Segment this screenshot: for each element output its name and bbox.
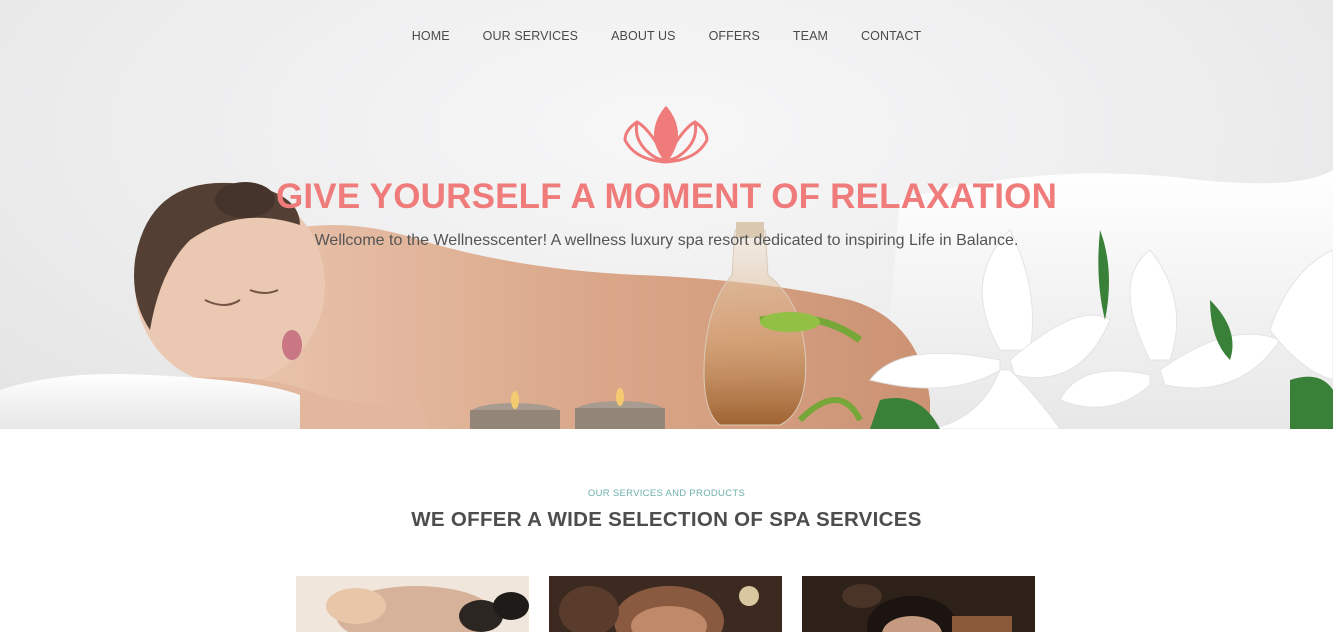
nav-home-link[interactable]: HOME: [412, 27, 450, 45]
service-card-image-1[interactable]: [296, 576, 529, 632]
lotus-icon: [623, 106, 709, 164]
nav-offers-link[interactable]: OFFERS: [709, 27, 760, 45]
section-title: WE OFFER A WIDE SELECTION OF SPA SERVICE…: [411, 508, 922, 531]
service-card-image-2[interactable]: [549, 576, 782, 632]
nav-team-link[interactable]: TEAM: [793, 27, 828, 45]
service-card-image-3[interactable]: [802, 576, 1035, 632]
hero-subtitle: Wellcome to the Wellnesscenter! A wellne…: [314, 232, 1019, 249]
main-nav: HOME OUR SERVICES ABOUT US OFFERS TEAM C…: [0, 27, 1333, 45]
nav-contact-link[interactable]: CONTACT: [861, 27, 921, 45]
nav-our-services-link[interactable]: OUR SERVICES: [483, 27, 578, 45]
section-kicker: OUR SERVICES AND PRODUCTS: [587, 488, 746, 499]
nav-about-us-link[interactable]: ABOUT US: [611, 27, 675, 45]
hero-banner: HOME OUR SERVICES ABOUT US OFFERS TEAM C…: [0, 0, 1333, 429]
hero-title: GIVE YOURSELF A MOMENT OF RELAXATION: [275, 177, 1058, 216]
